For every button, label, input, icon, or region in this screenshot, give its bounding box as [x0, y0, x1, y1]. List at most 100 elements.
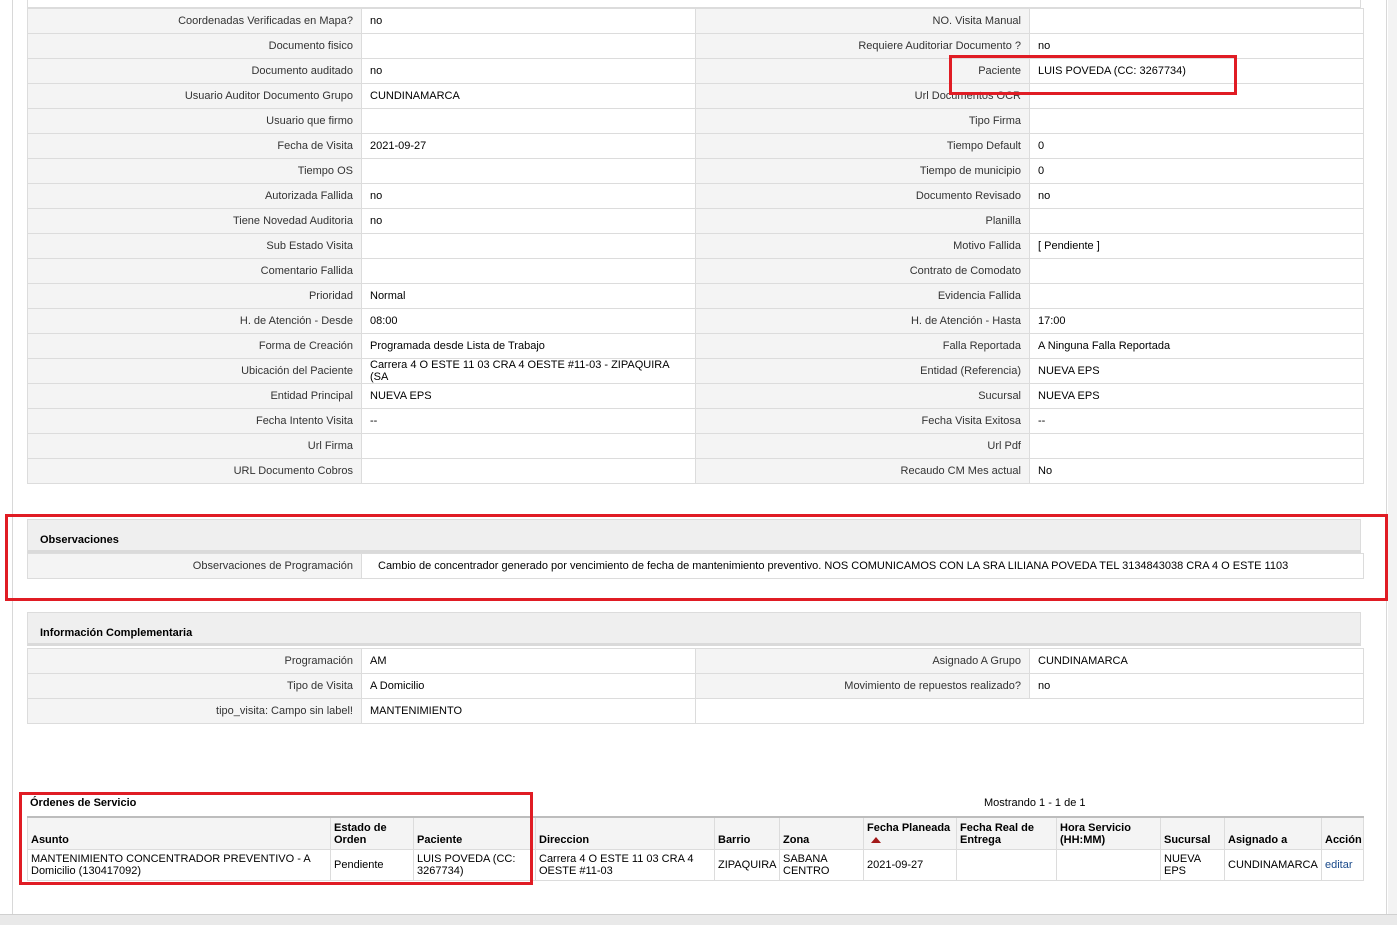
detail-row: Url Firma Url Pdf [27, 433, 1364, 459]
detail-row: Sub Estado Visita Motivo Fallida[ Pendien… [27, 233, 1364, 259]
detail-label: Tiempo Default [695, 133, 1030, 159]
orders-column-header[interactable]: Direccion [535, 816, 715, 850]
detail-value [1029, 258, 1364, 284]
detail-label: Tiempo de municipio [695, 158, 1030, 184]
detail-row: Fecha de Visita 2021-09-27 Tiempo Default 0 [27, 133, 1364, 159]
detail-value [1029, 208, 1364, 234]
detail-value: NUEVA EPS [1029, 358, 1364, 384]
orders-column-header[interactable]: Acción [1321, 816, 1364, 850]
complementaria-value: AM [361, 648, 696, 674]
detail-label: Documento fisico [27, 33, 362, 59]
detail-value: No [1029, 458, 1364, 484]
detail-value [361, 108, 696, 134]
complementaria-value: CUNDINAMARCA [1029, 648, 1364, 674]
detail-label: Motivo Fallida [695, 233, 1030, 259]
complementaria-panel-title: Información Complementaria [27, 612, 1361, 646]
detail-value: [ Pendiente ] [1029, 233, 1364, 259]
detail-label: Ubicación del Paciente [27, 358, 362, 384]
detail-label: Fecha de Visita [27, 133, 362, 159]
orders-column-header[interactable]: Asignado a [1224, 816, 1322, 850]
detail-value: 0 [1029, 158, 1364, 184]
complementaria-table: Programación AM Asignado A Grupo CUNDINAMAR… [27, 648, 1364, 724]
orders-column-header[interactable]: Hora Servicio (HH:MM) [1056, 816, 1161, 850]
detail-value: no [1029, 183, 1364, 209]
detail-label: Usuario que firmo [27, 108, 362, 134]
detail-label: Usuario Auditor Documento Grupo [27, 83, 362, 109]
orders-column-header[interactable]: Sucursal [1160, 816, 1225, 850]
orders-cell: Carrera 4 O ESTE 11 03 CRA 4 OESTE #11-0… [535, 849, 715, 881]
detail-row: Autorizada Fallida no Documento Revisado no [27, 183, 1364, 209]
detail-value [1029, 283, 1364, 309]
edit-link[interactable]: editar [1321, 849, 1364, 881]
column-header-label: Sucursal [1164, 834, 1211, 846]
detail-value [361, 233, 696, 259]
content-frame-right [1386, 0, 1387, 924]
detail-value: Normal [361, 283, 696, 309]
detail-value: NUEVA EPS [361, 383, 696, 409]
detail-value: no [361, 58, 696, 84]
detail-label: Entidad (Referencia) [695, 358, 1030, 384]
orders-column-header[interactable]: Fecha Real de Entrega [956, 816, 1057, 850]
complementaria-label: Asignado A Grupo [695, 648, 1030, 674]
detail-label: Documento Revisado [695, 183, 1030, 209]
detail-value [361, 158, 696, 184]
detail-label: Tiempo OS [27, 158, 362, 184]
detail-label: URL Documento Cobros [27, 458, 362, 484]
scrollbar-track[interactable] [1388, 0, 1397, 914]
detail-label: Documento auditado [27, 58, 362, 84]
detail-label: Url Pdf [695, 433, 1030, 459]
detail-label: Prioridad [27, 283, 362, 309]
detail-value [361, 433, 696, 459]
orders-cell: 2021-09-27 [863, 849, 957, 881]
empty-cell [695, 698, 1364, 724]
detail-value [361, 258, 696, 284]
detail-label: Sub Estado Visita [27, 233, 362, 259]
sort-ascending-icon[interactable] [871, 837, 881, 844]
highlight-box-paciente [949, 55, 1237, 95]
detail-label: Forma de Creación [27, 333, 362, 359]
detail-row: Tiene Novedad Auditoria no Planilla [27, 208, 1364, 234]
detail-value: 0 [1029, 133, 1364, 159]
detail-label: H. de Atención - Hasta [695, 308, 1030, 334]
orders-count: Mostrando 1 - 1 de 1 [984, 797, 1086, 809]
detail-value: no [361, 183, 696, 209]
detail-row: Entidad Principal NUEVA EPS Sucursal NUEVA … [27, 383, 1364, 409]
detail-value: A Ninguna Falla Reportada [1029, 333, 1364, 359]
complementaria-value: no [1029, 673, 1364, 699]
detail-row: Prioridad Normal Evidencia Fallida [27, 283, 1364, 309]
detail-row: Ubicación del Paciente Carrera 4 O ESTE 1… [27, 358, 1364, 384]
detail-value [361, 33, 696, 59]
detail-row: H. de Atención - Desde 08:00 H. de Atenció… [27, 308, 1364, 334]
detail-label: Comentario Fallida [27, 258, 362, 284]
detail-row: Tiempo OS Tiempo de municipio 0 [27, 158, 1364, 184]
detail-label: Planilla [695, 208, 1030, 234]
detail-label: Falla Reportada [695, 333, 1030, 359]
detail-value: CUNDINAMARCA [361, 83, 696, 109]
orders-cell: ZIPAQUIRA [714, 849, 780, 881]
content-frame-left [12, 0, 13, 924]
orders-column-header[interactable]: Barrio [714, 816, 780, 850]
detail-value: Programada desde Lista de Trabajo [361, 333, 696, 359]
column-header-label: Zona [783, 834, 810, 846]
orders-column-header[interactable]: Zona [779, 816, 864, 850]
orders-cell: SABANA CENTRO [779, 849, 864, 881]
detail-label: Tiene Novedad Auditoria [27, 208, 362, 234]
bottom-scrollbar[interactable] [0, 914, 1397, 925]
orders-column-header[interactable]: Fecha Planeada [863, 816, 957, 850]
column-header-label: Barrio [718, 834, 751, 846]
complementaria-label: tipo_visita: Campo sin label! [27, 698, 362, 724]
detail-row: Forma de Creación Programada desde Lista … [27, 333, 1364, 359]
partial-row [27, 0, 1361, 8]
complementaria-label: Programación [27, 648, 362, 674]
detail-label: Sucursal [695, 383, 1030, 409]
detail-row: Usuario que firmo Tipo Firma [27, 108, 1364, 134]
detail-value: 2021-09-27 [361, 133, 696, 159]
detail-value [1029, 108, 1364, 134]
detail-label: Contrato de Comodato [695, 258, 1030, 284]
detail-value: -- [1029, 408, 1364, 434]
detail-row: Comentario Fallida Contrato de Comodato [27, 258, 1364, 284]
detail-value [1029, 433, 1364, 459]
detail-value: 08:00 [361, 308, 696, 334]
detail-label: Recaudo CM Mes actual [695, 458, 1030, 484]
complementaria-row: tipo_visita: Campo sin label! MANTENIMIEN… [27, 698, 1364, 724]
